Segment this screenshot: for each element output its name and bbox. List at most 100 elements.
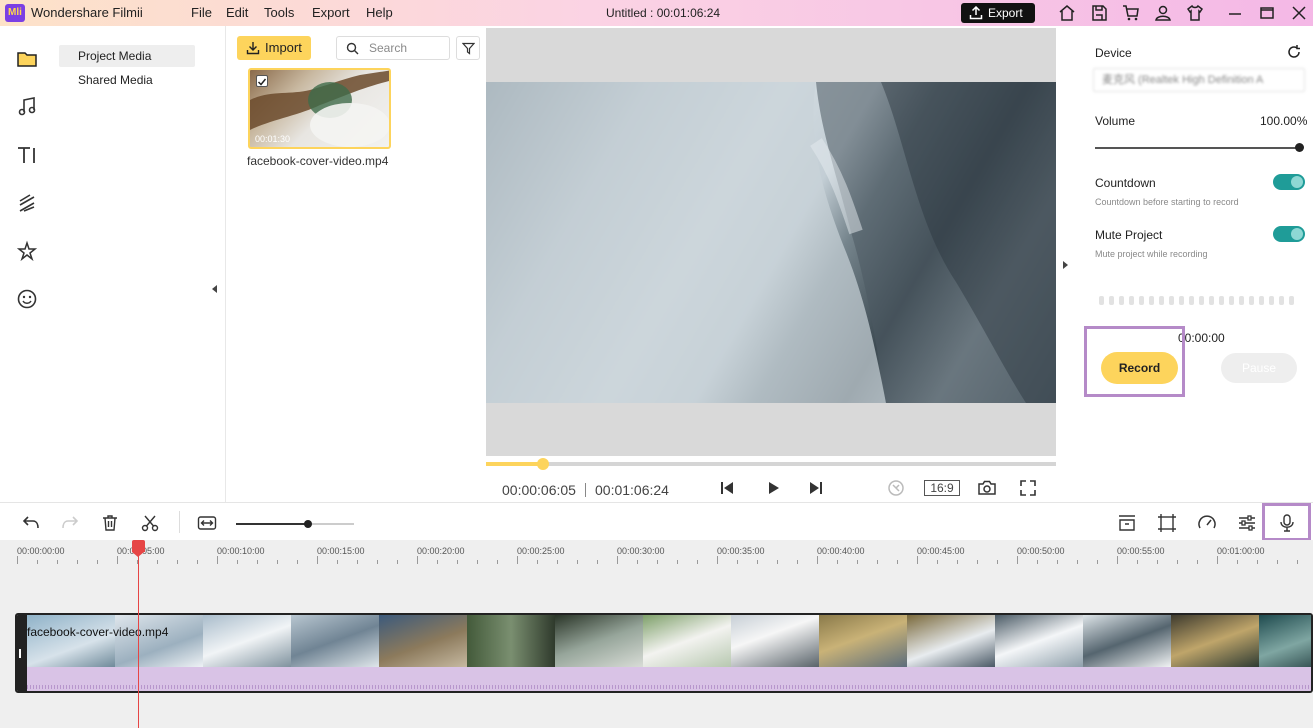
sticker-icon[interactable] <box>16 288 38 310</box>
fullscreen-icon[interactable] <box>1018 478 1038 498</box>
ruler-tick <box>1177 560 1178 564</box>
ruler-tick <box>977 560 978 564</box>
timeline-toolbar <box>0 502 1313 541</box>
mute-project-toggle[interactable] <box>1273 226 1305 242</box>
menu-tools[interactable]: Tools <box>264 5 294 20</box>
render-icon[interactable] <box>886 478 906 498</box>
clip-trim-handle[interactable] <box>17 615 29 691</box>
ruler-tick <box>997 560 998 564</box>
ruler-tick <box>1057 560 1058 564</box>
snapshot-icon[interactable] <box>977 478 997 498</box>
sidebar-item-project-media[interactable]: Project Media <box>59 45 195 67</box>
ruler-tick <box>637 560 638 564</box>
record-button[interactable]: Record <box>1101 352 1178 384</box>
menu-edit[interactable]: Edit <box>226 5 248 20</box>
crop-icon[interactable] <box>1157 513 1177 533</box>
ruler-label: 00:00:20:00 <box>417 546 465 556</box>
ruler-label: 00:00:50:00 <box>1017 546 1065 556</box>
current-time: 00:00:06:05 <box>502 482 576 498</box>
speed-icon[interactable] <box>1197 513 1217 533</box>
delete-icon[interactable] <box>100 513 120 533</box>
zoom-slider[interactable] <box>236 520 354 528</box>
title-bar: Mli Wondershare Filmii File Edit Tools E… <box>0 0 1313 26</box>
scissors-icon[interactable] <box>140 513 160 533</box>
undo-icon[interactable] <box>21 513 41 533</box>
collapse-right-arrow[interactable] <box>1063 261 1068 269</box>
close-icon[interactable] <box>1290 4 1308 22</box>
sidebar-item-shared-media[interactable]: Shared Media <box>59 69 195 91</box>
search-input[interactable]: Search <box>336 36 450 60</box>
ruler-tick <box>497 560 498 564</box>
toolbar-divider <box>179 511 180 533</box>
clip-audio-track <box>27 667 1311 691</box>
playhead-line[interactable] <box>138 540 139 728</box>
select-checkbox[interactable] <box>256 75 268 87</box>
user-icon[interactable] <box>1154 4 1172 22</box>
ruler-tick <box>937 560 938 564</box>
redo-icon[interactable] <box>60 513 80 533</box>
progress-handle[interactable] <box>537 458 549 470</box>
preview-panel: 00:00:06:05 00:01:06:24 16:9 <box>486 26 1056 502</box>
ruler-tick <box>217 556 218 564</box>
refresh-icon[interactable] <box>1286 44 1302 60</box>
ruler-tick <box>157 560 158 564</box>
add-track-icon[interactable] <box>1117 513 1137 533</box>
menu-file[interactable]: File <box>191 5 212 20</box>
filter-button[interactable] <box>456 36 480 60</box>
ruler-label: 00:00:45:00 <box>917 546 965 556</box>
volume-label: Volume <box>1095 114 1136 128</box>
folder-icon[interactable] <box>16 48 38 70</box>
ruler-tick <box>1197 560 1198 564</box>
preview-progress-bar[interactable] <box>486 458 1056 470</box>
timeline[interactable]: 00:00:00:0000:00:05:0000:00:10:0000:00:1… <box>0 540 1313 728</box>
transition-icon[interactable] <box>16 192 38 214</box>
menu-help[interactable]: Help <box>366 5 393 20</box>
shirt-icon[interactable] <box>1186 4 1204 22</box>
countdown-toggle[interactable] <box>1273 174 1305 190</box>
ruler-tick <box>897 560 898 564</box>
minimize-icon[interactable] <box>1226 4 1244 22</box>
device-select[interactable]: 麦克风 (Realtek High Definition A <box>1093 68 1305 92</box>
zoom-handle[interactable] <box>303 520 312 528</box>
countdown-description: Countdown before starting to record <box>1095 197 1239 207</box>
ruler-tick <box>657 560 658 564</box>
volume-slider[interactable] <box>1095 147 1300 149</box>
fit-timeline-icon[interactable] <box>197 513 217 533</box>
timeline-ruler[interactable]: 00:00:00:0000:00:05:0000:00:10:0000:00:1… <box>0 540 1313 564</box>
cart-icon[interactable] <box>1122 4 1140 22</box>
menu-export[interactable]: Export <box>312 5 350 20</box>
media-sidebar: Project Media Shared Media <box>56 26 226 517</box>
previous-frame-icon[interactable] <box>717 478 737 498</box>
text-icon[interactable] <box>16 144 38 166</box>
adjust-icon[interactable] <box>1237 513 1257 533</box>
ruler-label: 00:00:35:00 <box>717 546 765 556</box>
preview-stage <box>486 28 1056 456</box>
effects-icon[interactable] <box>16 240 38 262</box>
ruler-tick <box>377 560 378 564</box>
export-button[interactable]: Export <box>961 3 1035 23</box>
next-frame-icon[interactable] <box>806 478 826 498</box>
playhead-handle[interactable] <box>132 540 145 557</box>
collapse-left-arrow[interactable] <box>212 285 217 293</box>
import-button[interactable]: Import <box>237 36 311 60</box>
meter-bar <box>1099 296 1104 305</box>
timeline-video-clip[interactable]: facebook-cover-video.mp4 <box>15 613 1313 693</box>
record-time: 00:00:00 <box>1178 331 1225 345</box>
volume-handle[interactable] <box>1295 143 1304 152</box>
ruler-label: 00:00:40:00 <box>817 546 865 556</box>
ruler-label: 00:00:25:00 <box>517 546 565 556</box>
maximize-icon[interactable] <box>1258 4 1276 22</box>
home-icon[interactable] <box>1058 4 1076 22</box>
ruler-tick <box>457 560 458 564</box>
aspect-ratio-button[interactable]: 16:9 <box>924 480 960 496</box>
clip-frames <box>27 615 1311 667</box>
play-icon[interactable] <box>763 478 783 498</box>
ruler-tick <box>1277 560 1278 564</box>
ruler-tick <box>37 560 38 564</box>
music-icon[interactable] <box>16 96 38 118</box>
save-icon[interactable] <box>1090 4 1108 22</box>
ruler-tick <box>197 560 198 564</box>
pause-button[interactable]: Pause <box>1221 353 1297 383</box>
media-thumbnail[interactable]: 00:01:30 <box>248 68 391 149</box>
zoom-fill <box>236 523 308 525</box>
